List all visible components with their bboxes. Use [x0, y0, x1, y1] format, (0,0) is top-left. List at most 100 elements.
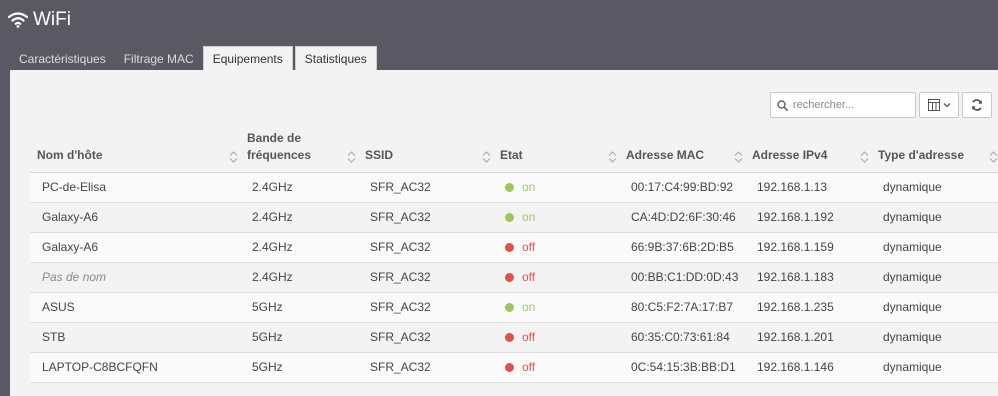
cell-mac: 60:35:C0:73:61:84 [619, 322, 745, 353]
status-label: on [522, 210, 536, 224]
cell-band: 5GHz [240, 352, 358, 383]
cell-address-type: dynamique [871, 352, 998, 383]
cell-address-type: dynamique [871, 232, 998, 263]
header-label: Bande de fréquences [247, 130, 312, 162]
cell-band: 2.4GHz [240, 262, 358, 293]
cell-hostname: LAPTOP-C8BCFQFN [30, 352, 240, 383]
devices-table: Nom d'hôte Bande de fréquences SSID Etat… [30, 128, 998, 383]
cell-ssid: SFR_AC32 [358, 352, 493, 383]
header-label: Etat [500, 147, 523, 162]
header-mac[interactable]: Adresse MAC [619, 128, 745, 173]
tab-filtrage-mac[interactable]: Filtrage MAC [115, 47, 203, 71]
header-address-type[interactable]: Type d'adresse [871, 128, 998, 173]
sort-icon [860, 150, 869, 163]
cell-hostname: Galaxy-A6 [30, 202, 240, 233]
status-dot-icon [505, 333, 514, 342]
header-ipv4[interactable]: Adresse IPv4 [745, 128, 871, 173]
cell-ssid: SFR_AC32 [358, 232, 493, 263]
status-dot-icon [505, 213, 514, 222]
cell-hostname: STB [30, 322, 240, 353]
cell-state: on [493, 202, 619, 233]
header-hostname[interactable]: Nom d'hôte [30, 128, 240, 173]
status-label: off [522, 270, 536, 284]
cell-address-type: dynamique [871, 202, 998, 233]
header-state[interactable]: Etat [493, 128, 619, 173]
refresh-icon [972, 99, 982, 111]
table-row[interactable]: STB 5GHz SFR_AC32 off 60:35:C0:73:61:84 192.1… [30, 322, 998, 353]
cell-ipv4: 192.168.1.13 [745, 172, 871, 203]
search-input[interactable] [793, 99, 913, 111]
cell-address-type: dynamique [871, 262, 998, 293]
page-title: WiFi [33, 9, 71, 30]
cell-band: 2.4GHz [240, 172, 358, 203]
table-row[interactable]: Galaxy-A6 2.4GHz SFR_AC32 off 66:9B:37:6B:2D… [30, 232, 998, 263]
cell-ipv4: 192.168.1.183 [745, 262, 871, 293]
sort-icon [989, 150, 998, 163]
chevron-down-icon [943, 103, 950, 108]
cell-ssid: SFR_AC32 [358, 172, 493, 203]
tab-label: Statistiques [304, 52, 367, 66]
table-row[interactable]: PC-de-Elisa 2.4GHz SFR_AC32 on 00:17:C4:99:B… [30, 172, 998, 203]
cell-address-type: dynamique [871, 292, 998, 323]
cell-ssid: SFR_AC32 [358, 202, 493, 233]
cell-hostname: PC-de-Elisa [30, 172, 240, 203]
table-row[interactable]: LAPTOP-C8BCFQFN 5GHz SFR_AC32 off 0C:54:15:3… [30, 352, 998, 383]
cell-hostname: Galaxy-A6 [30, 232, 240, 263]
cell-ipv4: 192.168.1.159 [745, 232, 871, 263]
cell-ssid: SFR_AC32 [358, 292, 493, 323]
cell-mac: 00:17:C4:99:BD:92 [619, 172, 745, 203]
status-dot-icon [505, 243, 514, 252]
table-header-row: Nom d'hôte Bande de fréquences SSID Etat… [30, 128, 998, 173]
tab-label: Equipements [212, 52, 283, 66]
table-row[interactable]: Galaxy-A6 2.4GHz SFR_AC32 on CA:4D:D2:6F:30:… [30, 202, 998, 233]
cell-state: on [493, 292, 619, 323]
cell-state: on [493, 172, 619, 203]
header-label: Type d'adresse [878, 147, 965, 162]
tab-caracteristiques[interactable]: Caractéristiques [10, 47, 115, 71]
sort-icon [347, 150, 356, 163]
status-dot-icon [505, 363, 514, 372]
header-label: Adresse IPv4 [752, 147, 828, 162]
tab-statistiques[interactable]: Statistiques [294, 46, 377, 71]
cell-mac: 0C:54:15:3B:BB:D1 [619, 352, 745, 383]
cell-hostname: ASUS [30, 292, 240, 323]
header-label: Nom d'hôte [37, 147, 103, 162]
cell-address-type: dynamique [871, 322, 998, 353]
columns-dropdown-button[interactable] [919, 92, 959, 118]
search-box [770, 92, 916, 118]
cell-state: off [493, 232, 619, 263]
table-row[interactable]: Pas de nom 2.4GHz SFR_AC32 off 00:BB:C1:DD:0… [30, 262, 998, 293]
status-label: off [522, 240, 536, 254]
wifi-icon [8, 12, 28, 28]
table-body: PC-de-Elisa 2.4GHz SFR_AC32 on 00:17:C4:99:B… [30, 172, 998, 383]
cell-mac: CA:4D:D2:6F:30:46 [619, 202, 745, 233]
cell-hostname: Pas de nom [30, 262, 240, 293]
cell-band: 5GHz [240, 292, 358, 323]
cell-ipv4: 192.168.1.192 [745, 202, 871, 233]
columns-icon [927, 99, 940, 111]
cell-ssid: SFR_AC32 [358, 322, 493, 353]
status-dot-icon [505, 183, 514, 192]
cell-address-type: dynamique [871, 172, 998, 203]
tab-label: Caractéristiques [19, 52, 106, 66]
header-label: SSID [365, 147, 394, 162]
cell-state: off [493, 352, 619, 383]
cell-band: 5GHz [240, 322, 358, 353]
title-bar: WiFi [0, 0, 998, 40]
cell-band: 2.4GHz [240, 202, 358, 233]
status-dot-icon [505, 273, 514, 282]
status-dot-icon [505, 303, 514, 312]
tab-bar: Caractéristiques Filtrage MAC Equipement… [10, 46, 377, 71]
header-ssid[interactable]: SSID [358, 128, 493, 173]
cell-mac: 66:9B:37:6B:2D:B5 [619, 232, 745, 263]
header-band[interactable]: Bande de fréquences [240, 128, 358, 173]
sort-icon [482, 150, 491, 163]
sort-icon [734, 150, 743, 163]
equipements-panel: Nom d'hôte Bande de fréquences SSID Etat… [10, 70, 998, 396]
cell-state: off [493, 322, 619, 353]
table-row[interactable]: ASUS 5GHz SFR_AC32 on 80:C5:F2:7A:17:B7 192.1… [30, 292, 998, 323]
status-label: on [522, 300, 536, 314]
tab-equipements[interactable]: Equipements [202, 46, 293, 71]
cell-state: off [493, 262, 619, 293]
refresh-button[interactable] [962, 92, 992, 118]
